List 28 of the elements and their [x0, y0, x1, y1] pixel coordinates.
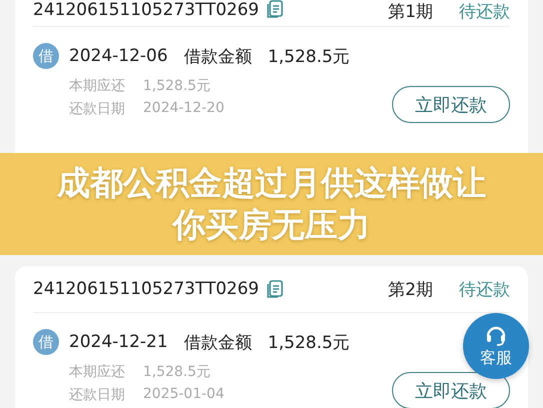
- item-date: 2024-12-06: [69, 46, 168, 66]
- detail-label: 还款日期: [69, 386, 125, 405]
- status-label: 待还款: [459, 278, 510, 300]
- item-type: 借款金额: [184, 332, 252, 354]
- period-label: 第2期: [388, 278, 433, 300]
- item-amount: 1,528.5元: [268, 46, 350, 68]
- headline-text: 成都公积金超过月供这样做让: [57, 162, 486, 204]
- detail-value: 2024-12-20: [143, 100, 224, 118]
- badge-icon: 借: [33, 43, 59, 69]
- period-label: 第1期: [388, 1, 433, 23]
- detail-label: 还款日期: [69, 100, 125, 119]
- detail-value: 2025-01-04: [143, 386, 224, 404]
- detail-label: 本期应还: [69, 363, 125, 382]
- item-amount: 1,528.5元: [268, 332, 350, 354]
- status-label: 待还款: [459, 1, 510, 23]
- order-number: 241206151105273TT0269: [33, 0, 259, 20]
- copy-icon[interactable]: [266, 0, 283, 18]
- item-date: 2024-12-21: [69, 332, 168, 352]
- headline-text: 你买房无压力: [172, 204, 370, 246]
- detail-value: 1,528.5元: [143, 77, 210, 96]
- detail-label: 本期应还: [69, 77, 125, 96]
- pay-button[interactable]: 立即还款: [392, 86, 510, 123]
- pay-button[interactable]: 立即还款: [392, 372, 510, 408]
- detail-value: 1,528.5元: [143, 363, 210, 382]
- badge-icon: 借: [33, 329, 59, 355]
- item-type: 借款金额: [184, 46, 252, 68]
- copy-icon[interactable]: [266, 280, 283, 298]
- order-number: 241206151105273TT0269: [33, 279, 259, 299]
